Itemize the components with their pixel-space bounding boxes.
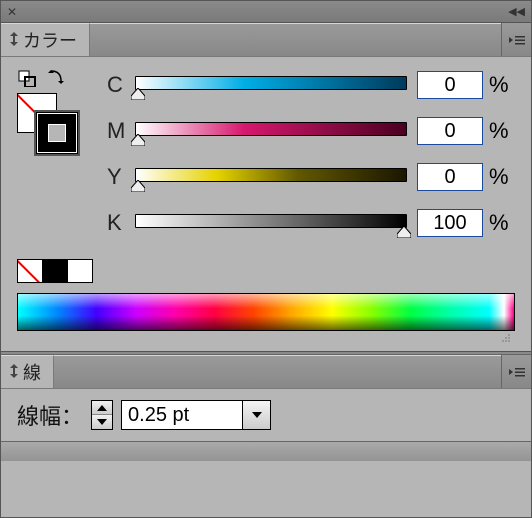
cycle-icon (9, 364, 19, 381)
weight-label: 線幅： (17, 399, 83, 431)
mini-swatches (17, 259, 93, 283)
tab-stroke[interactable]: 線 (1, 355, 54, 388)
tab-filler (54, 355, 501, 388)
track-m[interactable] (135, 122, 407, 140)
swatch-none[interactable] (18, 260, 42, 282)
default-fillstroke-icon[interactable] (17, 69, 37, 87)
tab-stroke-label: 線 (23, 359, 41, 385)
weight-field: 0.25 pt (121, 400, 271, 430)
footer-bar (1, 441, 531, 461)
slider-y: Y 0 % (107, 161, 515, 193)
color-panel-body: C 0 % M (1, 57, 531, 351)
cmyk-sliders: C 0 % M (97, 69, 515, 253)
input-c[interactable]: 0 (417, 71, 483, 99)
track-c[interactable] (135, 76, 407, 94)
panel-menu-button[interactable] (501, 23, 531, 56)
slider-c: C 0 % (107, 69, 515, 101)
track-y[interactable] (135, 168, 407, 186)
swatch-black[interactable] (42, 260, 67, 282)
stroke-swatch[interactable] (37, 113, 77, 153)
input-y[interactable]: 0 (417, 163, 483, 191)
slider-k: K 100 % (107, 207, 515, 239)
slider-m: M 0 % (107, 115, 515, 147)
resize-grip[interactable] (17, 331, 515, 343)
unit-k: % (489, 210, 515, 236)
panel-menu-button[interactable] (501, 355, 531, 388)
weight-input[interactable]: 0.25 pt (122, 401, 242, 429)
stroke-panel-body: 線幅： 0.25 pt (1, 389, 531, 441)
tab-color-label: カラー (23, 27, 77, 53)
swatch-column (17, 69, 97, 153)
swatch-white[interactable] (67, 260, 92, 282)
stepper-up-icon[interactable] (92, 401, 112, 415)
unit-m: % (489, 118, 515, 144)
input-m[interactable]: 0 (417, 117, 483, 145)
unit-c: % (489, 72, 515, 98)
panel-container: ✕ ◀◀ カラー (0, 0, 532, 518)
fill-stroke-indicator[interactable] (17, 93, 77, 153)
color-tab-row: カラー (1, 23, 531, 57)
titlebar: ✕ ◀◀ (1, 1, 531, 23)
color-spectrum[interactable] (17, 293, 515, 331)
tab-color[interactable]: カラー (1, 23, 90, 56)
weight-dropdown[interactable] (242, 401, 270, 429)
close-icon[interactable]: ✕ (7, 5, 17, 19)
stepper-down-icon[interactable] (92, 415, 112, 429)
input-k[interactable]: 100 (417, 209, 483, 237)
track-k[interactable] (135, 214, 407, 232)
weight-stepper[interactable] (91, 400, 113, 430)
swap-fillstroke-icon[interactable] (47, 69, 67, 87)
stroke-tab-row: 線 (1, 355, 531, 389)
collapse-icon[interactable]: ◀◀ (508, 5, 525, 18)
cycle-icon (9, 32, 19, 49)
tab-filler (90, 23, 501, 56)
unit-y: % (489, 164, 515, 190)
label-k: K (107, 210, 135, 236)
